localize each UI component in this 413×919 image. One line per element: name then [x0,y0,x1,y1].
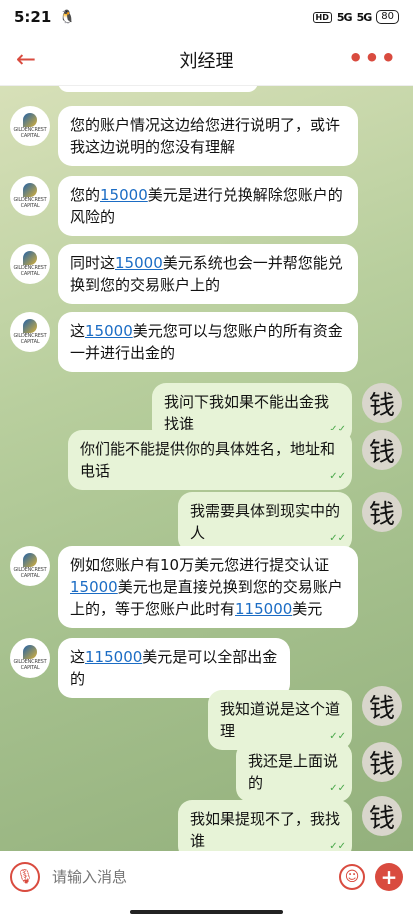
status-bar: 5:21 🐧 HD 5G 5G 80 [0,0,413,34]
back-arrow-icon[interactable]: ← [16,46,44,74]
hd-icon: HD [312,11,332,23]
message-text: 我还是上面说的 [248,752,339,792]
amount-link[interactable]: 15000 [85,322,133,340]
signal-icon: 5G [336,10,353,24]
message-text: 例如您账户有10万美元您进行提交认证 [70,556,330,574]
avatar[interactable]: 钱 [362,796,402,836]
read-check-icon: ✓✓ [329,471,346,482]
avatar-brand: GILDENCREST CAPITAL [13,659,47,671]
avatar[interactable]: 钱 [362,430,402,470]
more-icon[interactable]: ••• [348,44,397,72]
message-input[interactable] [52,868,327,886]
logo-icon [23,319,37,333]
avatar[interactable]: GILDENCREST CAPITAL [10,546,50,586]
qq-icon: 🐧 [59,9,76,25]
avatar[interactable]: 钱 [362,492,402,532]
avatar[interactable]: 钱 [362,383,402,423]
home-bar [0,903,413,919]
avatar[interactable]: 钱 [362,742,402,782]
avatar[interactable]: GILDENCREST CAPITAL [10,176,50,216]
avatar[interactable]: GILDENCREST CAPITAL [10,638,50,678]
avatar-brand: GILDENCREST CAPITAL [13,333,47,345]
home-indicator[interactable] [130,910,283,914]
outgoing-message[interactable]: 我如果提现不了，我找谁 ✓✓ [178,800,352,851]
amount-link[interactable]: 115000 [235,600,292,618]
message-text: 我问下我如果不能出金我找谁 [164,393,330,433]
chat-header: ← 刘经理 ••• [0,34,413,86]
logo-icon [23,183,37,197]
amount-link[interactable]: 115000 [85,648,142,666]
outgoing-message[interactable]: 我知道说是这个道理 ✓✓ [208,690,352,750]
page-title: 刘经理 [179,50,234,72]
incoming-message[interactable]: 同时这15000美元系统也会一并帮您能兑换到您的交易账户上的 [58,244,358,304]
amount-link[interactable]: 15000 [115,254,163,272]
avatar[interactable]: GILDENCREST CAPITAL [10,312,50,352]
signal-icon: 5G [356,10,373,24]
message-text: 您的账户情况这边给您进行说明了，或许我这边说明的您没有理解 [70,116,341,156]
incoming-message[interactable]: 这115000美元是可以全部出金的 [58,638,290,698]
message-text: 我需要具体到现实中的人 [190,502,341,542]
avatar[interactable]: GILDENCREST CAPITAL [10,244,50,284]
avatar-brand: GILDENCREST CAPITAL [13,127,47,139]
amount-link[interactable]: 15000 [100,186,148,204]
message-text: 同时这 [70,254,116,272]
avatar[interactable]: GILDENCREST CAPITAL [10,106,50,146]
avatar-brand: GILDENCREST CAPITAL [13,197,47,209]
chat-area[interactable]: GILDENCREST CAPITAL 您的账户情况这边给您进行说明了，或许我这边… [0,86,413,851]
read-check-icon: ✓✓ [329,841,346,851]
outgoing-message[interactable]: 我需要具体到现实中的人 ✓✓ [178,492,352,552]
message-bubble-partial [58,86,258,92]
logo-icon [23,113,37,127]
mic-icon[interactable]: 🎙 [10,862,40,892]
outgoing-message[interactable]: 我还是上面说的 ✓✓ [236,742,352,802]
battery-icon: 80 [376,10,399,24]
read-check-icon: ✓✓ [329,783,346,794]
message-text: 这 [70,648,86,666]
logo-icon [23,553,37,567]
emoji-icon[interactable]: ☺ [339,864,365,890]
avatar-brand: GILDENCREST CAPITAL [13,567,47,579]
message-text: 美元 [292,600,323,618]
input-bar: 🎙 ☺ + [0,851,413,903]
message-text: 这 [70,322,86,340]
message-text: 你们能不能提供你的具体姓名，地址和电话 [80,440,336,480]
logo-icon [23,645,37,659]
message-text: 我如果提现不了，我找谁 [190,810,341,850]
incoming-message[interactable]: 您的15000美元是进行兑换解除您账户的风险的 [58,176,358,236]
message-text: 我知道说是这个道理 [220,700,341,740]
plus-icon[interactable]: + [375,863,403,891]
incoming-message[interactable]: 例如您账户有10万美元您进行提交认证15000美元也是直接兑换到您的交易账户上的… [58,546,358,628]
message-text: 您的 [70,186,101,204]
logo-icon [23,251,37,265]
status-icons: HD 5G 5G 80 [312,10,399,24]
incoming-message[interactable]: 您的账户情况这边给您进行说明了，或许我这边说明的您没有理解 [58,106,358,166]
avatar-brand: GILDENCREST CAPITAL [13,265,47,277]
amount-link[interactable]: 15000 [70,578,118,596]
incoming-message[interactable]: 这15000美元您可以与您账户的所有资金一并进行出金的 [58,312,358,372]
status-time: 5:21 [14,8,52,26]
outgoing-message[interactable]: 你们能不能提供你的具体姓名，地址和电话 ✓✓ [68,430,352,490]
avatar[interactable]: 钱 [362,686,402,726]
